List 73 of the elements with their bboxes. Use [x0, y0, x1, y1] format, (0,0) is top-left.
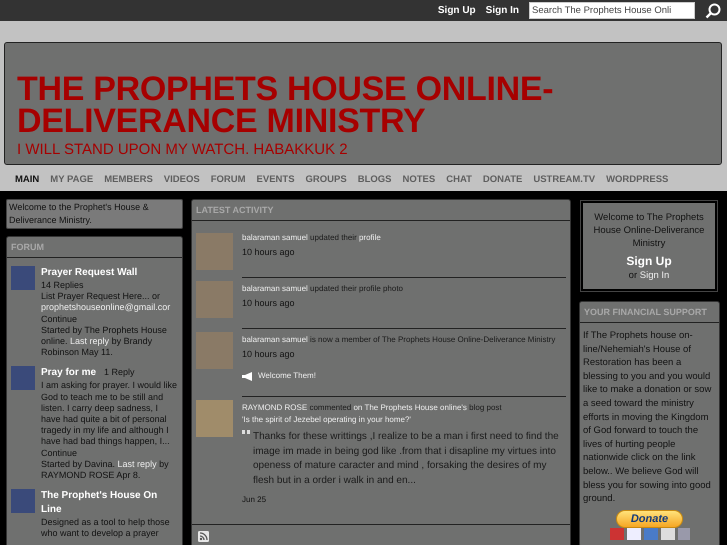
nav-tab[interactable]: DONATE	[482, 174, 522, 185]
nav-tab[interactable]: WORDPRESS	[606, 174, 668, 185]
sign-in-link[interactable]: Sign In	[640, 270, 670, 281]
topic-excerpt: I am asking for prayer. I would like God to teach me to be still and listen. I carry deep sadness, I have had quite a bit of personal tragedy in my life and although I have had bad things happen, I...	[41, 380, 178, 448]
nav-tab[interactable]: CHAT	[446, 174, 472, 185]
donate-button[interactable]: Donate	[616, 510, 684, 528]
nav-tab[interactable]: MAIN	[15, 174, 40, 185]
support-text: If The Prophets house on-line/Nehemiah's House of Restoration has been a blessing to you and you would like to make a donation or sow a seed toward the ministry efforts in moving the Kingdom of God forward to touch the lives of hurting people nationwide click on the link below.. We believe God will bless you for sowing into good ground.	[583, 329, 712, 506]
activity-link[interactable]: The Prophets House online's	[364, 403, 467, 412]
continue-link[interactable]: Continue	[41, 314, 178, 325]
topic-link[interactable]: The Prophet's House On Line	[41, 489, 178, 518]
account-link[interactable]: Sign Up	[438, 5, 476, 16]
photo-placeholder	[11, 489, 35, 514]
nav-tab[interactable]: FORUM	[210, 174, 246, 185]
nav-tab[interactable]: MY PAGE	[50, 174, 94, 185]
nav-tab[interactable]: BLOGS	[358, 174, 392, 185]
reply-count: 14 Replies	[41, 280, 85, 292]
timestamp: 10 hours ago	[242, 246, 296, 258]
panel-heading: YOUR FINANCIAL SUPPORT	[580, 302, 719, 323]
topic-link[interactable]: Pray for me	[41, 367, 96, 378]
last-reply-link[interactable]: Last reply	[118, 458, 157, 469]
site-tagline: I WILL STAND UPON MY WATCH. HABAKKUK 2	[17, 141, 349, 158]
activity-link[interactable]: balaraman samuel	[242, 284, 308, 293]
panel-heading: FORUM	[7, 237, 182, 258]
photo-placeholder	[11, 266, 35, 290]
nav-tab[interactable]: NOTES	[402, 174, 436, 185]
photo-placeholder	[11, 366, 35, 390]
comment-quote: Thanks for these writtings ,I realize to be a man i first need to find the image im made in being god like .from that i disapline my virtues into openess of mature caracter and mind , forsaking the desires of my flesh but in a order i walk in and en...	[253, 430, 560, 488]
rss-icon[interactable]	[198, 531, 209, 542]
activity-link[interactable]: balaraman samuel	[242, 233, 308, 242]
activity-text: commented	[309, 403, 352, 412]
welcome-message: Welcome to The Prophets House Online-Deliverance Ministry	[592, 211, 706, 250]
timestamp: 10 hours ago	[242, 297, 296, 309]
photo-placeholder	[196, 400, 233, 437]
nav-tab[interactable]: GROUPS	[306, 174, 347, 185]
last-reply-link[interactable]: Last reply	[70, 336, 110, 346]
nav-tab[interactable]: EVENTS	[256, 174, 295, 185]
nav-tab[interactable]: MEMBERS	[104, 174, 153, 185]
nav-tab[interactable]: VIDEOS	[164, 174, 200, 185]
search-field[interactable]: Search The Prophets House Onli	[529, 2, 695, 19]
activity-link[interactable]: RAYMOND ROSE	[242, 403, 308, 412]
email-link[interactable]: prophetshouseonline@gmail.cor	[41, 302, 178, 314]
timestamp: Jun 25	[242, 494, 268, 506]
activity-link[interactable]: 'Is the spirit of Jezebel operating in your home?'	[242, 415, 411, 424]
topic-excerpt: Designed as a tool to help those who want to develop a prayer	[41, 517, 171, 540]
photo-placeholder	[196, 332, 233, 369]
welcome-text: Welcome to the Prophet's House & Deliverance Ministry.	[6, 199, 183, 229]
topic-meta: Started by Davina. Last reply by RAYMOND ROSE Apr 8.	[41, 458, 170, 482]
activity-link[interactable]: profile	[358, 233, 381, 242]
topic-meta: Started by The Prophets House online. Last reply by Brandy Robinson May 11.	[41, 324, 168, 358]
topic-link[interactable]: Prayer Request Wall	[41, 266, 178, 280]
search-icon[interactable]	[705, 2, 721, 18]
activity-link[interactable]: on	[353, 403, 362, 412]
account-link[interactable]: Sign In	[486, 5, 519, 16]
welcome-link[interactable]: Welcome Them!	[258, 370, 316, 382]
reply-count: 1 Reply	[104, 367, 135, 378]
activity-text: blog post	[469, 403, 502, 412]
activity-text: updated their profile photo	[310, 284, 404, 293]
timestamp: 10 hours ago	[242, 348, 296, 360]
site-title: THE PROPHETS HOUSE ONLINE-DELIVERANCE MINISTRY	[17, 73, 554, 137]
photo-placeholder	[196, 233, 233, 270]
activity-text: updated their	[310, 233, 357, 242]
photo-placeholder	[196, 281, 233, 318]
quote-open-icon	[242, 430, 250, 436]
sign-up-link[interactable]: Sign Up	[626, 254, 672, 268]
activity-link[interactable]: balaraman samuel	[242, 335, 308, 344]
topic-excerpt: List Prayer Request Here... or	[41, 291, 162, 302]
continue-link[interactable]: Continue	[41, 448, 178, 459]
activity-text: is now a member of The Prophets House Online-Deliverance Ministry	[310, 335, 556, 344]
nav-tab[interactable]: USTREAM.TV	[533, 174, 596, 185]
megaphone-icon	[242, 372, 254, 380]
panel-heading: LATEST ACTIVITY	[192, 200, 570, 221]
or-text: or	[628, 270, 638, 281]
